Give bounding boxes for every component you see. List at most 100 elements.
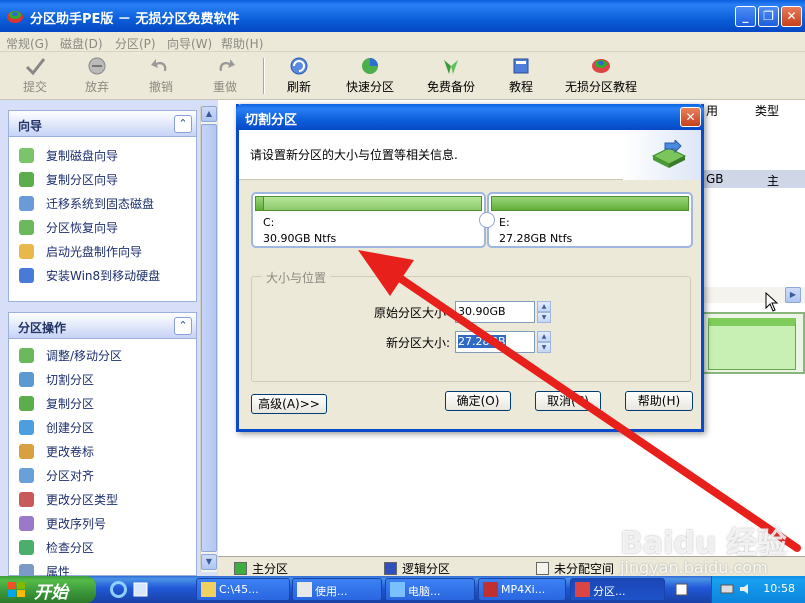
maximize-button[interactable]: ❐ — [758, 6, 779, 27]
resize-icon — [19, 348, 34, 363]
quicklaunch-icon[interactable] — [132, 581, 149, 598]
spin-up-icon[interactable]: ▲ — [537, 331, 551, 342]
collapse-icon[interactable]: ⌃ — [174, 317, 192, 335]
recover-partition-icon — [19, 220, 34, 235]
partition-op-item[interactable]: 更改分区类型 — [19, 491, 118, 509]
scroll-right-icon[interactable]: ▶ — [785, 287, 801, 303]
split-handle[interactable] — [479, 212, 495, 228]
taskbar-item-active[interactable]: 分区... — [570, 578, 665, 601]
dialog-close-button[interactable]: ✕ — [680, 107, 701, 127]
advanced-button[interactable]: 高级(A)>> — [251, 394, 327, 414]
menu-partition[interactable]: 分区(P) — [115, 35, 156, 52]
commit-button[interactable]: 提交 — [20, 54, 50, 98]
wizard-item[interactable]: 迁移系统到固态磁盘 — [19, 195, 154, 213]
horizontal-scrollbar[interactable]: ▶ — [700, 287, 805, 303]
wizard-panel-title: 向导 — [18, 119, 43, 133]
toolbar-separator — [263, 58, 265, 94]
discard-icon — [88, 57, 106, 75]
redo-button[interactable]: 重做 — [210, 54, 240, 98]
partition-op-item[interactable]: 更改卷标 — [19, 443, 94, 461]
right-partition-box[interactable]: E: 27.28GB Ntfs — [487, 192, 693, 248]
book-icon — [513, 58, 529, 74]
partition-op-item[interactable]: 更改序列号 — [19, 515, 106, 533]
network-icon[interactable] — [720, 582, 734, 596]
legend-primary: 主分区 — [234, 560, 288, 577]
spin-up-icon[interactable]: ▲ — [537, 301, 551, 312]
ok-button[interactable]: 确定(O) — [445, 391, 511, 411]
tutorial-button[interactable]: 教程 — [506, 54, 536, 98]
window-title: 分区助手PE版 － 无损分区免费软件 — [30, 12, 240, 27]
partition-op-item[interactable]: 检查分区 — [19, 539, 94, 557]
split-icon — [19, 372, 34, 387]
taskbar-item[interactable]: 使用... — [292, 578, 382, 601]
wizard-item[interactable]: 复制磁盘向导 — [19, 147, 118, 165]
size-position-group: 大小与位置 原始分区大小 30.90GB ▲ ▼ 新分区大小: 27.28GB ▲… — [251, 269, 691, 382]
undo-button[interactable]: 撤销 — [146, 54, 176, 98]
left-partition-bar — [255, 196, 482, 211]
original-size-field[interactable]: 30.90GB — [455, 301, 535, 323]
menu-disk[interactable]: 磁盘(D) — [60, 35, 103, 52]
menu-wizard[interactable]: 向导(W) — [167, 35, 212, 52]
toolbar: 提交 放弃 撤销 重做 刷新 快速分区 免费备份 教程 无损分区教程 — [0, 52, 805, 100]
menu-general[interactable]: 常规(G) — [6, 35, 49, 52]
create-icon — [19, 420, 34, 435]
right-partition-info: 27.28GB Ntfs — [499, 232, 573, 245]
collapse-icon[interactable]: ⌃ — [174, 115, 192, 133]
ie-icon[interactable] — [110, 581, 127, 598]
original-size-stepper[interactable]: ▲ ▼ — [537, 301, 551, 323]
taskbar-item[interactable]: MP4Xi... — [478, 578, 566, 601]
new-size-stepper[interactable]: ▲ ▼ — [537, 331, 551, 353]
new-size-field[interactable]: 27.28GB — [455, 331, 535, 353]
quick-partition-button[interactable]: 快速分区 — [343, 54, 397, 98]
spin-down-icon[interactable]: ▼ — [537, 342, 551, 353]
menu-help[interactable]: 帮助(H) — [221, 35, 263, 52]
partition-ops-title: 分区操作 — [18, 321, 67, 335]
volume-icon[interactable] — [738, 582, 752, 596]
serial-icon — [19, 516, 34, 531]
disk-partition-block[interactable] — [708, 318, 796, 370]
scroll-down-icon[interactable]: ▼ — [201, 554, 217, 570]
redo-icon — [219, 59, 235, 71]
lossless-tutorial-button[interactable]: 无损分区教程 — [563, 54, 639, 98]
scroll-thumb[interactable] — [201, 124, 217, 552]
start-button[interactable]: 开始 — [0, 576, 96, 603]
close-button[interactable]: ✕ — [781, 6, 802, 27]
minimize-button[interactable]: _ — [735, 6, 756, 27]
legend-logical: 逻辑分区 — [384, 560, 450, 577]
scroll-up-icon[interactable]: ▲ — [201, 106, 217, 122]
window-titlebar: 分区助手PE版 － 无损分区免费软件 _ ❐ ✕ — [0, 0, 805, 32]
wizard-panel-header: 向导 ⌃ — [9, 111, 196, 137]
free-backup-button[interactable]: 免费备份 — [424, 54, 478, 98]
left-partition-box[interactable]: C: 30.90GB Ntfs — [251, 192, 486, 248]
dialog-header: 请设置新分区的大小与位置等相关信息. — [239, 130, 701, 180]
legend-logical-swatch — [384, 562, 397, 575]
watermark-main: Baidu 经验 — [620, 526, 787, 561]
wizard-item[interactable]: 安装Win8到移动硬盘 — [19, 267, 160, 285]
label-icon — [19, 444, 34, 459]
partition-op-item[interactable]: 切割分区 — [19, 371, 94, 389]
taskbar-item[interactable]: C:\45... — [196, 578, 290, 601]
wizard-item[interactable]: 复制分区向导 — [19, 171, 118, 189]
wizard-item[interactable]: 分区恢复向导 — [19, 219, 118, 237]
legend-unallocated-swatch — [536, 562, 549, 575]
original-size-label: 原始分区大小 — [374, 306, 447, 320]
check-icon — [19, 540, 34, 555]
table-row[interactable]: GB 主 — [700, 170, 805, 188]
copy-disk-icon — [19, 148, 34, 163]
partition-op-item[interactable]: 创建分区 — [19, 419, 94, 437]
taskbar-item[interactable]: 电脑... — [385, 578, 475, 601]
refresh-button[interactable]: 刷新 — [284, 54, 314, 98]
partition-op-item[interactable]: 分区对齐 — [19, 467, 94, 485]
taskbar-app-icon[interactable] — [673, 581, 690, 598]
partition-op-item[interactable]: 复制分区 — [19, 395, 94, 413]
windows-icon — [19, 268, 34, 283]
cancel-button[interactable]: 取消(C) — [535, 391, 601, 411]
wizard-item[interactable]: 启动光盘制作向导 — [19, 243, 142, 261]
help-button[interactable]: 帮助(H) — [625, 391, 693, 411]
left-scrollbar[interactable]: ▲ ▼ — [200, 106, 217, 572]
dialog-titlebar: 切割分区 ✕ — [236, 104, 704, 130]
partition-op-item[interactable]: 调整/移动分区 — [19, 347, 122, 365]
discard-button[interactable]: 放弃 — [82, 54, 112, 98]
dialog-instruction: 请设置新分区的大小与位置等相关信息. — [250, 148, 458, 162]
spin-down-icon[interactable]: ▼ — [537, 312, 551, 323]
